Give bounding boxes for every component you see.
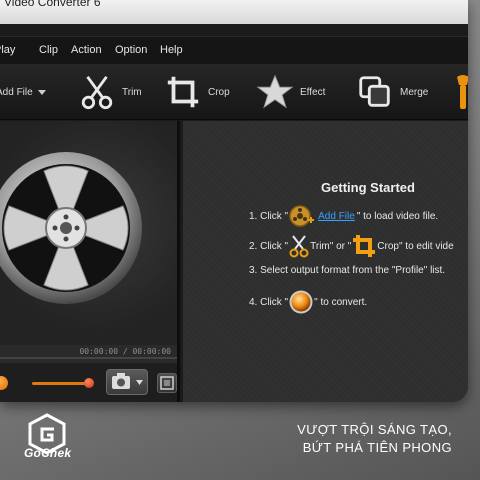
merge-icon — [359, 76, 390, 107]
toolbar: Add File Trim Crop Effect — [0, 64, 468, 120]
brand-name: GoChek — [24, 446, 72, 460]
step-2-mid: Trim" or " — [310, 240, 352, 252]
step-1-suffix: " to load video file. — [356, 210, 439, 222]
add-file-link[interactable]: Add File — [318, 211, 355, 222]
scissors-icon — [289, 235, 309, 258]
effect-label: Effect — [300, 86, 326, 98]
tools-button[interactable] — [456, 70, 468, 114]
film-reel-icon — [0, 152, 142, 304]
fullscreen-button[interactable] — [157, 373, 177, 393]
step-3-text: 3. Select output format from the "Profil… — [249, 265, 446, 276]
wrench-icon — [457, 75, 468, 109]
volume-icon[interactable] — [0, 376, 8, 390]
effect-button[interactable]: Effect — [256, 70, 325, 114]
step-4: 4. Click " " to convert. — [249, 289, 367, 315]
crop-label: Crop — [208, 86, 230, 98]
title-bar: Video Converter 6 — [0, 0, 468, 24]
scissors-icon — [81, 75, 113, 110]
menu-clip[interactable]: Clip — [39, 44, 58, 56]
getting-started-panel: Getting Started 1. Click " Add File " to… — [183, 121, 468, 402]
crop-icon — [353, 235, 376, 257]
crop-icon — [167, 76, 199, 108]
add-file-label: Add File — [0, 86, 33, 98]
menu-help[interactable]: Help — [160, 44, 183, 56]
step-2-suffix: Crop" to edit vide — [377, 240, 454, 252]
window-title: Video Converter 6 — [4, 0, 101, 9]
app-window: Video Converter 6 Play Clip Action Optio… — [0, 0, 468, 402]
camera-icon — [112, 373, 143, 389]
preview-panel: 00:00:00 / 00:00:00 — [0, 121, 180, 402]
step-4-suffix: " to convert. — [314, 296, 368, 308]
convert-icon — [289, 290, 313, 314]
add-file-button[interactable]: Add File — [0, 82, 46, 102]
volume-slider[interactable] — [32, 382, 88, 385]
player-controls — [0, 363, 177, 402]
volume-slider-thumb[interactable] — [84, 378, 94, 388]
step-1-prefix: 1. Click " — [249, 210, 289, 222]
menu-bar: Play Clip Action Option Help — [0, 36, 468, 64]
chevron-down-icon — [37, 89, 46, 95]
trim-button[interactable]: Trim — [78, 70, 142, 114]
getting-started-title: Getting Started — [321, 180, 415, 195]
step-1: 1. Click " Add File " to load video file… — [249, 205, 438, 227]
snapshot-button[interactable] — [106, 369, 148, 395]
crop-button[interactable]: Crop — [164, 70, 230, 114]
step-2-prefix: 2. Click " — [249, 240, 289, 252]
merge-button[interactable]: Merge — [356, 70, 428, 114]
slogan-line-2: BỨT PHÁ TIÊN PHONG — [302, 440, 452, 455]
star-icon — [256, 74, 294, 109]
step-3: 3. Select output format from the "Profil… — [249, 265, 445, 276]
menu-option[interactable]: Option — [115, 44, 147, 56]
seek-bar[interactable] — [0, 357, 177, 359]
menu-play[interactable]: Play — [0, 44, 15, 56]
menu-action[interactable]: Action — [71, 44, 102, 56]
fullscreen-icon — [160, 376, 174, 390]
merge-label: Merge — [400, 86, 429, 98]
slogan-line-1: VƯỢT TRỘI SÁNG TẠO, — [297, 422, 452, 437]
slogan: VƯỢT TRỘI SÁNG TẠO, BỨT PHÁ TIÊN PHONG — [297, 421, 452, 457]
add-file-icon — [289, 205, 315, 227]
step-4-prefix: 4. Click " — [249, 296, 289, 308]
trim-label: Trim — [122, 86, 142, 98]
video-preview — [0, 121, 177, 345]
step-2: 2. Click " Trim" or " Crop" to edit vide — [249, 233, 454, 259]
time-readout: 00:00:00 / 00:00:00 — [79, 347, 171, 356]
